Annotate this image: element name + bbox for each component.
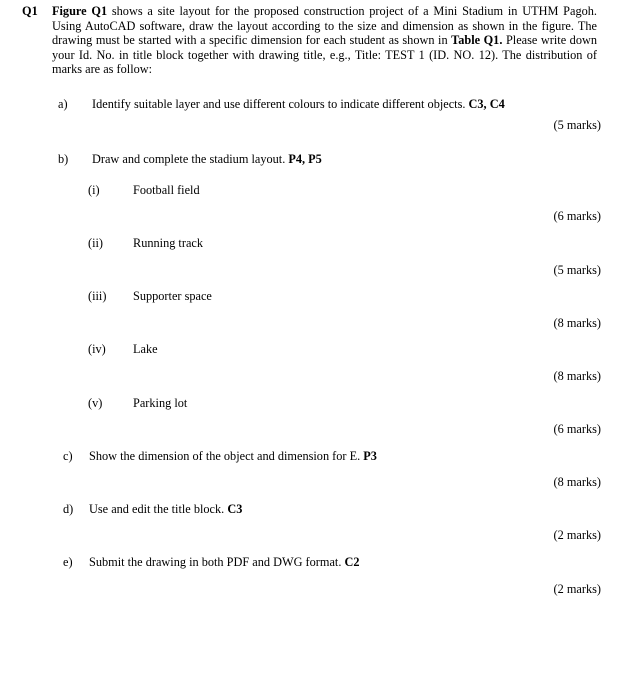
part-item-b: b) Draw and complete the stadium layout.… <box>0 152 635 167</box>
marks-ii: (5 marks) <box>553 262 601 277</box>
subpart-text-ii: Running track <box>133 235 204 250</box>
subpart-item-v: (v) Parking lot <box>0 396 635 411</box>
marks-i: (6 marks) <box>553 209 601 224</box>
part-code-c: P3 <box>363 448 377 463</box>
marks-iii: (8 marks) <box>553 315 601 330</box>
part-item-a: a) Identify suitable layer and use diffe… <box>0 97 635 112</box>
marks-c: (8 marks) <box>553 475 601 490</box>
part-code-e: C2 <box>344 555 360 570</box>
subpart-item-ii: (ii) Running track <box>0 236 635 251</box>
question-stem-row: Q1 Figure Q1 shows a site layout for the… <box>0 0 635 77</box>
marks-iv: (8 marks) <box>553 368 601 383</box>
subpart-item-i: (i) Football field <box>0 183 635 198</box>
document-page: Q1 Figure Q1 shows a site layout for the… <box>0 0 635 700</box>
marks-a: (5 marks) <box>553 117 601 132</box>
part-marker-d: d) <box>63 501 74 516</box>
subpart-text-v: Parking lot <box>133 395 188 410</box>
part-item-e: e) Submit the drawing in both PDF and DW… <box>0 555 635 570</box>
marks-v: (6 marks) <box>553 422 601 437</box>
part-marker-c: c) <box>63 448 73 463</box>
question-stem-text: Figure Q1 shows a site layout for the pr… <box>52 4 597 77</box>
part-code-b: P4, P5 <box>288 152 322 167</box>
subpart-marker-iv: (iv) <box>88 342 106 357</box>
part-code-a: C3, C4 <box>468 96 505 111</box>
part-item-c: c) Show the dimension of the object and … <box>0 449 635 464</box>
part-text-e-plain: Submit the drawing in both PDF and DWG f… <box>89 555 345 570</box>
subpart-item-iii: (iii) Supporter space <box>0 289 635 304</box>
question-q1-block: Q1 Figure Q1 shows a site layout for the… <box>0 0 635 596</box>
table-reference-bold: Table Q1. <box>451 33 503 48</box>
part-marker-a: a) <box>58 96 68 111</box>
part-text-c-plain: Show the dimension of the object and dim… <box>89 448 364 463</box>
subpart-text-i: Football field <box>133 182 200 197</box>
subpart-marker-v: (v) <box>88 395 103 410</box>
part-marker-b: b) <box>58 152 69 167</box>
part-text-b: Draw and complete the stadium layout. P4… <box>92 152 635 167</box>
subpart-text-iii: Supporter space <box>133 289 212 304</box>
part-text-b-plain: Draw and complete the stadium layout. <box>92 152 289 167</box>
part-marker-e: e) <box>63 555 73 570</box>
part-code-d: C3 <box>227 501 243 516</box>
subpart-marker-iii: (iii) <box>88 289 107 304</box>
subpart-text-iv: Lake <box>133 342 158 357</box>
subpart-item-iv: (iv) Lake <box>0 342 635 357</box>
subpart-marker-i: (i) <box>88 182 100 197</box>
part-item-d: d) Use and edit the title block. C3 <box>0 502 635 517</box>
part-text-d: Use and edit the title block. C3 <box>89 502 635 517</box>
part-text-a-plain: Identify suitable layer and use differen… <box>92 96 469 111</box>
part-text-e: Submit the drawing in both PDF and DWG f… <box>89 555 635 570</box>
subpart-marker-ii: (ii) <box>88 235 104 250</box>
marks-d: (2 marks) <box>553 528 601 543</box>
part-text-a: Identify suitable layer and use differen… <box>92 97 635 112</box>
part-text-c: Show the dimension of the object and dim… <box>89 449 635 464</box>
part-text-d-plain: Use and edit the title block. <box>89 501 228 516</box>
figure-reference-bold: Figure Q1 <box>52 4 108 18</box>
marks-e: (2 marks) <box>553 581 601 596</box>
question-number: Q1 <box>22 4 38 18</box>
